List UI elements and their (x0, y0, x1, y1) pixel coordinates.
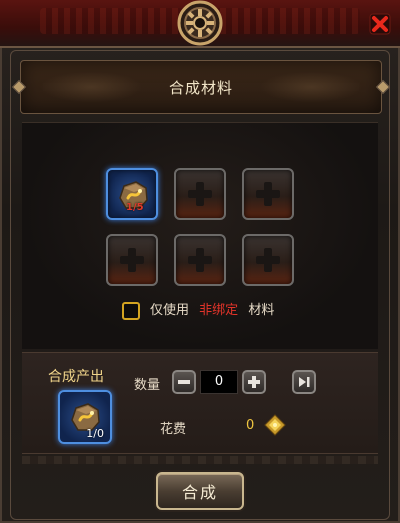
slot-count: 1/5 (126, 202, 144, 213)
gear-emblem-icon (172, 0, 228, 46)
plus-icon (248, 376, 260, 388)
output-label: 合成产出 (48, 369, 104, 385)
material-slot-3[interactable] (242, 168, 294, 220)
output-item-slot[interactable]: 1/0 (58, 390, 112, 444)
filter-highlight: 非绑定 (199, 303, 239, 318)
quantity-label: 数量 (134, 378, 161, 393)
quantity-input[interactable]: 0 (200, 370, 238, 394)
unbound-only-label: 仅使用 非绑定 材料 (150, 302, 274, 320)
material-slot-2[interactable] (174, 168, 226, 220)
material-slot-4[interactable] (106, 234, 158, 286)
close-x-icon (369, 13, 391, 35)
material-slot-6[interactable] (242, 234, 294, 286)
close-button[interactable] (368, 12, 392, 36)
title-banner: 合成材料 (20, 60, 382, 114)
increase-quantity-button[interactable] (242, 370, 266, 394)
plus-icon (188, 248, 212, 272)
gold-coin-icon (264, 414, 286, 436)
material-slot-1[interactable]: 1/5 (106, 168, 158, 220)
plus-icon (120, 248, 144, 272)
plus-icon (188, 182, 212, 206)
max-quantity-button[interactable] (292, 370, 316, 394)
material-slot-5[interactable] (174, 234, 226, 286)
cost-value: 0 (246, 418, 255, 433)
filter-suffix: 材料 (248, 303, 275, 318)
minus-icon (178, 380, 190, 384)
plus-icon (256, 182, 280, 206)
filter-prefix: 仅使用 (150, 303, 190, 318)
synthesize-button[interactable]: 合成 (156, 472, 244, 510)
bottom-divider (22, 456, 378, 464)
unbound-only-checkbox[interactable] (122, 302, 140, 320)
window-title: 合成材料 (168, 78, 233, 97)
decrease-quantity-button[interactable] (172, 370, 196, 394)
plus-icon (256, 248, 280, 272)
cost-label: 花费 (160, 422, 187, 437)
output-count: 1/0 (86, 427, 104, 440)
skip-to-max-icon (299, 377, 310, 387)
